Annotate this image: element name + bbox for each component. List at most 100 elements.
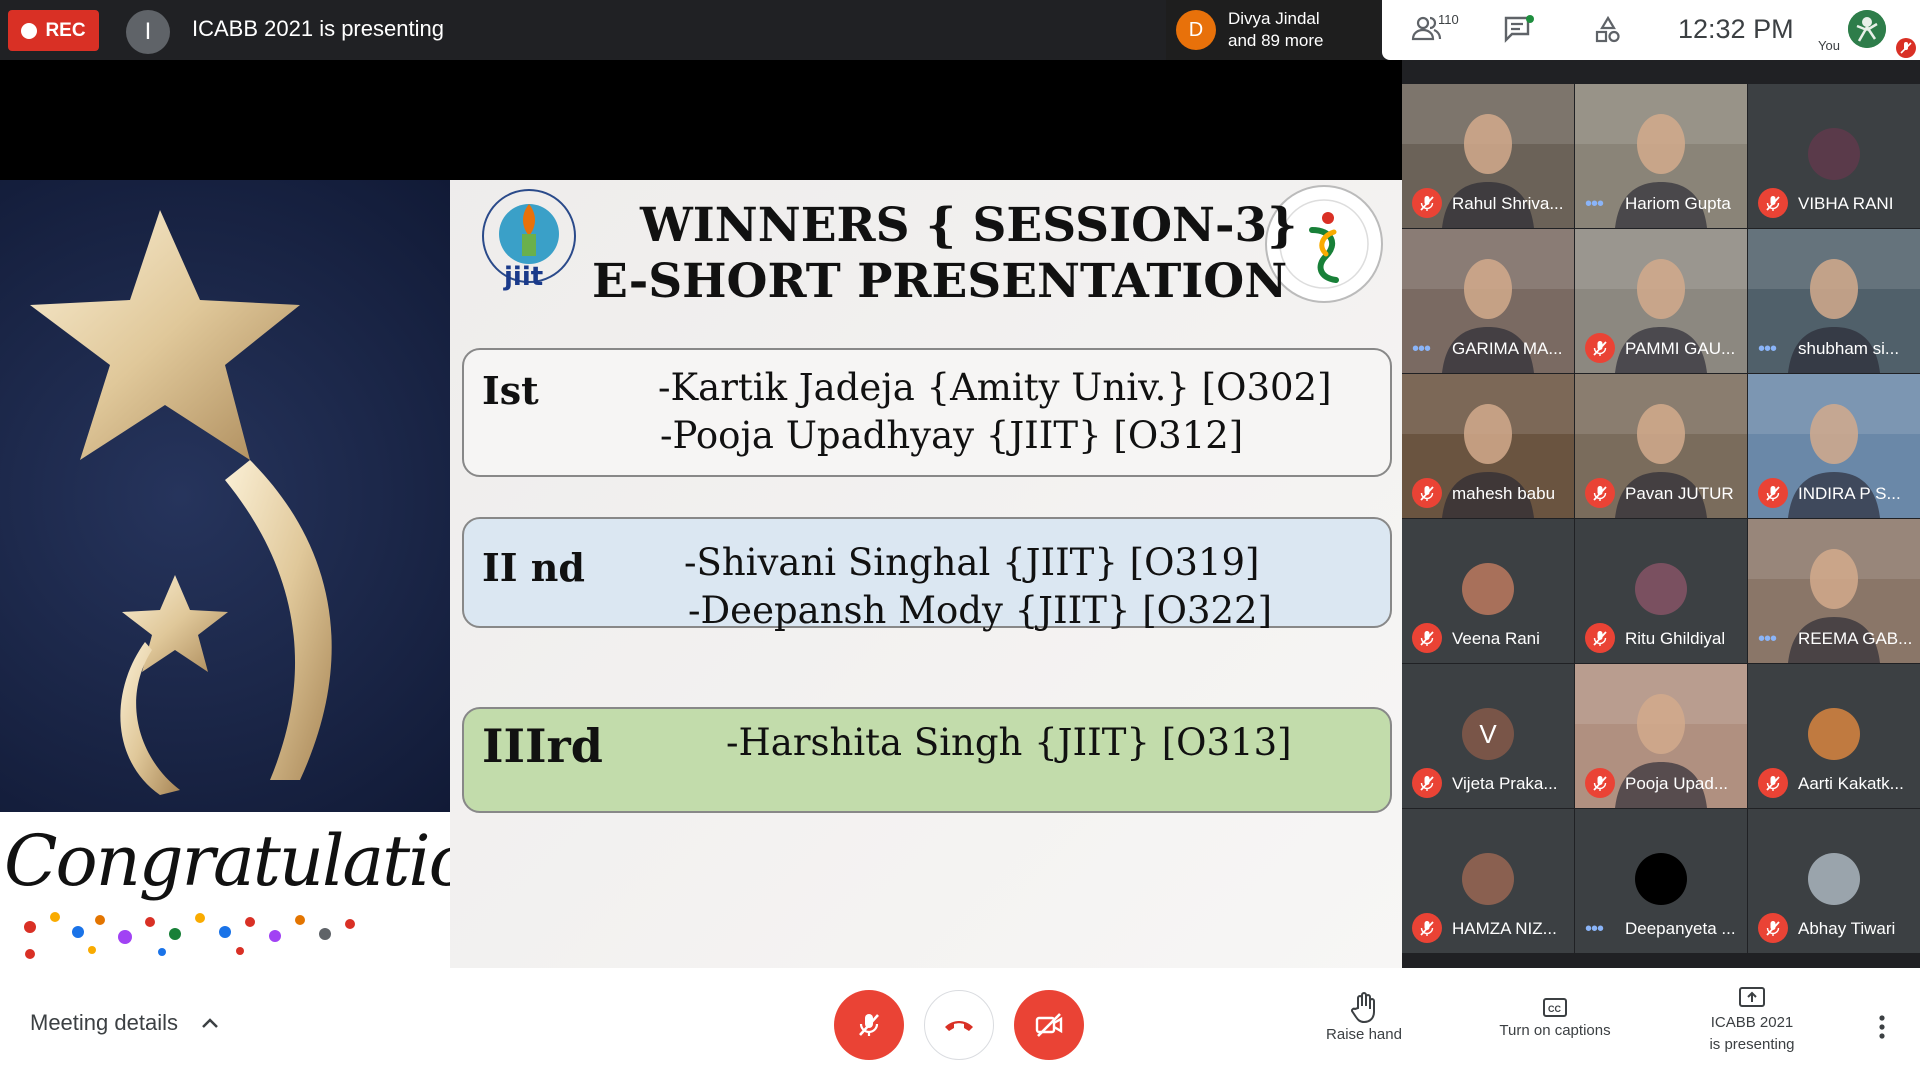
participant-name: Aarti Kakatk... bbox=[1798, 774, 1904, 793]
self-avatar-image bbox=[1848, 10, 1886, 48]
third-place-rank: IIIrd bbox=[482, 719, 603, 773]
second-place-rank: II nd bbox=[482, 545, 585, 590]
participant-avatar bbox=[1808, 128, 1860, 180]
first-place-entry-1: -Kartik Jadeja {Amity Univ.} [O302] bbox=[658, 366, 1332, 409]
mic-off-icon bbox=[1412, 188, 1442, 218]
participant-avatar bbox=[1635, 563, 1687, 615]
mic-off-icon bbox=[1412, 768, 1442, 798]
participant-name: Hariom Gupta bbox=[1625, 194, 1731, 213]
star-artwork bbox=[0, 180, 450, 812]
first-place-box: Ist -Kartik Jadeja {Amity Univ.} [O302] … bbox=[462, 348, 1392, 477]
participant-tile[interactable]: mahesh babu bbox=[1402, 374, 1574, 518]
you-label: You bbox=[1818, 38, 1840, 53]
participant-tile[interactable]: ••• REEMA GAB... bbox=[1748, 519, 1920, 663]
speaking-indicator-icon: ••• bbox=[1758, 628, 1777, 650]
join-notification[interactable]: D Divya Jindal and 89 more bbox=[1166, 0, 1380, 60]
jiit-logo-text: jiit bbox=[504, 262, 544, 292]
participant-tile[interactable]: Pooja Upad... bbox=[1575, 664, 1747, 808]
participant-name: REEMA GAB... bbox=[1798, 629, 1913, 648]
participant-name: Pavan JUTUR bbox=[1625, 484, 1734, 503]
chat-icon bbox=[1504, 15, 1534, 43]
participant-count: 110 bbox=[1438, 12, 1459, 27]
raise-hand-icon bbox=[1351, 992, 1375, 1024]
present-label-line2: is presenting bbox=[1709, 1036, 1795, 1053]
presentation-slide: Congratulations jiit WINNERS { bbox=[0, 180, 1402, 970]
participant-avatar bbox=[1635, 853, 1687, 905]
participant-name: Abhay Tiwari bbox=[1798, 919, 1896, 938]
participant-name: Deepanyeta ... bbox=[1625, 919, 1736, 938]
participant-tile[interactable]: ••• Hariom Gupta bbox=[1575, 84, 1747, 228]
captions-label: Turn on captions bbox=[1499, 1022, 1611, 1039]
meeting-details-button[interactable]: Meeting details bbox=[30, 1010, 178, 1036]
mic-off-icon bbox=[1758, 478, 1788, 508]
top-bar: REC I ICABB 2021 is presenting D Divya J… bbox=[0, 0, 1920, 60]
participant-name: Rahul Shriva... bbox=[1452, 194, 1564, 213]
participant-tile[interactable]: Abhay Tiwari bbox=[1748, 809, 1920, 953]
mic-off-icon bbox=[1412, 478, 1442, 508]
participant-tile[interactable]: ••• GARIMA MA... bbox=[1402, 229, 1574, 373]
chat-button[interactable] bbox=[1503, 14, 1535, 49]
camera-off-icon bbox=[1035, 1013, 1063, 1037]
self-mic-off-icon bbox=[1896, 38, 1916, 58]
participant-tile[interactable]: ••• Deepanyeta ... bbox=[1575, 809, 1747, 953]
star-illustration bbox=[30, 210, 332, 795]
participant-avatar bbox=[1462, 853, 1514, 905]
captions-button[interactable]: CC Turn on captions bbox=[1480, 994, 1630, 1042]
chevron-up-icon[interactable] bbox=[198, 1012, 222, 1041]
joiner-text: Divya Jindal and 89 more bbox=[1228, 8, 1323, 52]
mic-off-icon bbox=[1758, 768, 1788, 798]
participant-grid: Rahul Shriva... ••• Hariom Gupta VIBHA RANI… bbox=[1402, 84, 1920, 953]
participant-name: Veena Rani bbox=[1452, 629, 1540, 648]
presentation-stage: Congratulations jiit WINNERS { bbox=[0, 60, 1402, 970]
third-place-box: IIIrd -Harshita Singh {JIIT} [O313] bbox=[462, 707, 1392, 813]
mic-off-icon bbox=[1758, 913, 1788, 943]
participant-tile[interactable]: VIBHA RANI bbox=[1748, 84, 1920, 228]
svg-text:CC: CC bbox=[1548, 1004, 1561, 1014]
participant-tile[interactable]: Rahul Shriva... bbox=[1402, 84, 1574, 228]
clock: 12:32 PM bbox=[1678, 14, 1794, 44]
participant-name: GARIMA MA... bbox=[1452, 339, 1563, 358]
participant-avatar bbox=[1462, 563, 1514, 615]
slide-heading-line2: E-SHORT PRESENTATION bbox=[592, 254, 1288, 309]
hang-up-icon bbox=[945, 1021, 973, 1031]
mic-off-icon bbox=[1585, 768, 1615, 798]
present-label-line1: ICABB 2021 bbox=[1710, 1014, 1794, 1031]
participant-name: shubham si... bbox=[1798, 339, 1900, 358]
speaking-indicator-icon: ••• bbox=[1758, 338, 1777, 360]
participant-tile[interactable]: HAMZA NIZ... bbox=[1402, 809, 1574, 953]
mic-off-icon bbox=[1758, 188, 1788, 218]
participant-name: VIBHA RANI bbox=[1798, 194, 1894, 213]
raise-hand-button[interactable]: Raise hand bbox=[1310, 992, 1418, 1046]
raise-hand-label: Raise hand bbox=[1326, 1026, 1402, 1043]
mic-off-icon bbox=[1585, 478, 1615, 508]
participant-tile[interactable]: V Vijeta Praka... bbox=[1402, 664, 1574, 808]
joiner-name: Divya Jindal bbox=[1228, 9, 1320, 28]
activities-button[interactable] bbox=[1594, 15, 1622, 49]
participant-tile[interactable]: Veena Rani bbox=[1402, 519, 1574, 663]
participant-avatar bbox=[1808, 853, 1860, 905]
participant-avatar bbox=[1808, 708, 1860, 760]
rec-label: REC bbox=[45, 19, 86, 41]
participant-tile[interactable]: ••• shubham si... bbox=[1748, 229, 1920, 373]
present-now-button[interactable]: ICABB 2021 is presenting bbox=[1692, 984, 1812, 1056]
participant-tile[interactable]: INDIRA P S... bbox=[1748, 374, 1920, 518]
self-avatar[interactable] bbox=[1848, 10, 1886, 48]
camera-toggle-button[interactable] bbox=[1014, 990, 1084, 1060]
participant-name: Pooja Upad... bbox=[1625, 774, 1729, 793]
jiit-logo: jiit bbox=[474, 186, 584, 296]
participant-tile[interactable]: Pavan JUTUR bbox=[1575, 374, 1747, 518]
leave-call-button[interactable] bbox=[924, 990, 994, 1060]
participant-name: PAMMI GAU... bbox=[1625, 339, 1736, 358]
speaking-indicator-icon: ••• bbox=[1412, 338, 1431, 360]
more-options-icon[interactable] bbox=[1872, 1012, 1892, 1042]
participant-tile[interactable]: Aarti Kakatk... bbox=[1748, 664, 1920, 808]
mic-toggle-button[interactable] bbox=[834, 990, 904, 1060]
confetti-dots bbox=[24, 912, 355, 959]
speaking-indicator-icon: ••• bbox=[1585, 918, 1604, 940]
participant-name: mahesh babu bbox=[1452, 484, 1556, 503]
participant-tile[interactable]: PAMMI GAU... bbox=[1575, 229, 1747, 373]
captions-icon: CC bbox=[1543, 998, 1567, 1017]
record-dot-icon bbox=[21, 22, 38, 39]
participant-tile[interactable]: Ritu Ghildiyal bbox=[1575, 519, 1747, 663]
participant-avatar: V bbox=[1462, 708, 1514, 760]
